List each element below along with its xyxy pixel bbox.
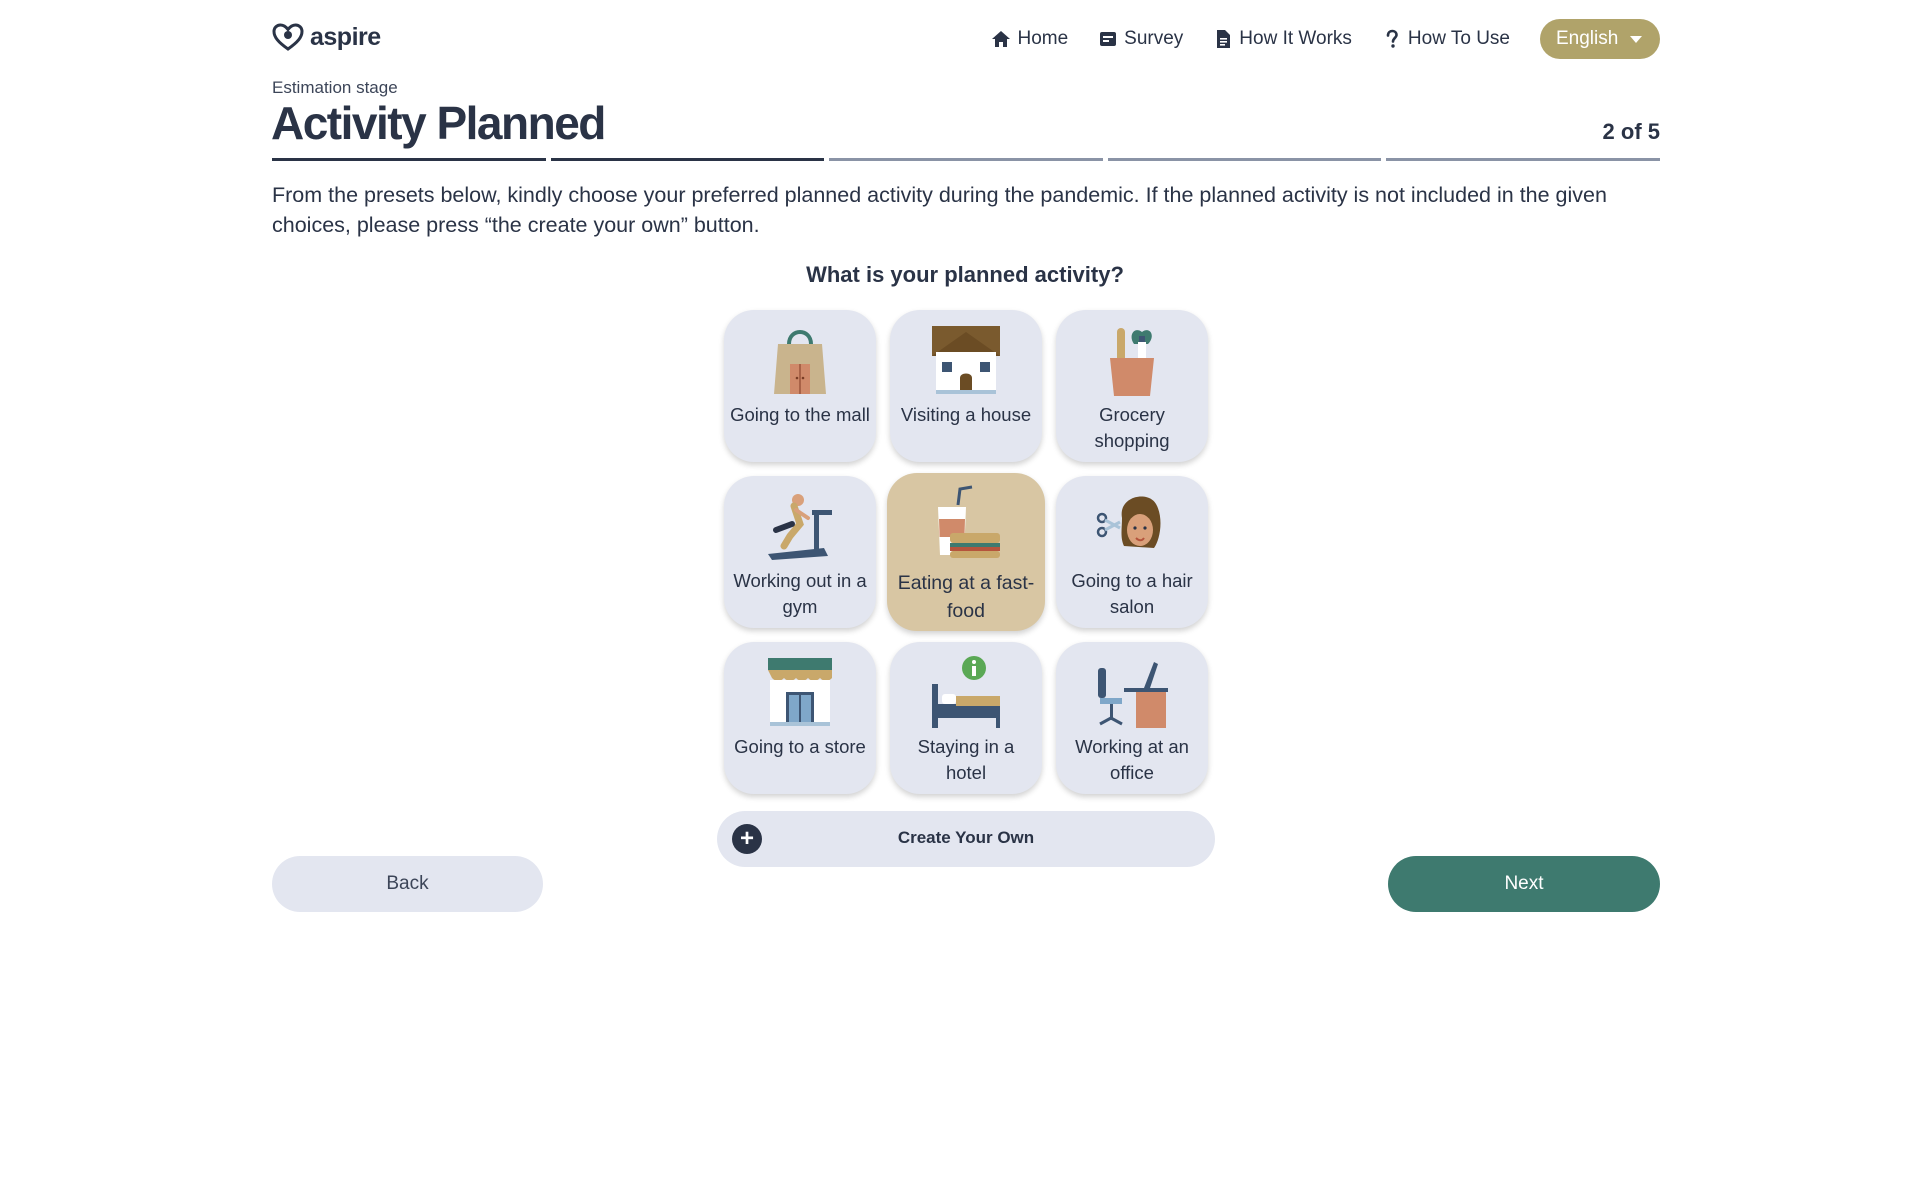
grocery-bag-icon	[1110, 328, 1154, 396]
nav-how-to-use-label: How To Use	[1407, 28, 1510, 49]
activity-label: Staying in a hotel	[917, 736, 1015, 783]
progress-segment	[550, 158, 825, 161]
activity-card-hair-salon[interactable]: Going to a hair salon	[1056, 476, 1208, 628]
nav-how-to-use[interactable]: How To Use	[1382, 28, 1510, 50]
main-nav: Home Survey How It Works How To Use Engl…	[991, 18, 1660, 60]
language-selected-label: English	[1556, 28, 1619, 49]
activity-label: Grocery shopping	[1094, 404, 1170, 451]
activity-card-grocery[interactable]: Grocery shopping	[1056, 310, 1208, 462]
question-heading: What is your planned activity?	[806, 262, 1124, 287]
page-title: Activity Planned	[271, 97, 606, 149]
chevron-down-icon	[1630, 35, 1642, 43]
activity-card-house[interactable]: Visiting a house	[890, 310, 1042, 462]
nav-how-it-works[interactable]: How It Works	[1213, 28, 1352, 50]
hotel-bed-icon	[932, 656, 1000, 728]
shopping-bag-icon	[774, 330, 826, 394]
office-desk-icon	[1098, 662, 1168, 728]
nav-survey-label: Survey	[1124, 28, 1184, 49]
activity-card-office[interactable]: Working at an office	[1056, 642, 1208, 794]
house-icon	[932, 326, 1000, 394]
logo[interactable]: aspire	[272, 22, 381, 52]
question-icon	[1386, 29, 1398, 48]
activity-card-mall[interactable]: Going to the mall	[724, 310, 876, 462]
logo-text: aspire	[310, 22, 381, 51]
nav-how-it-works-label: How It Works	[1239, 28, 1352, 49]
page: aspire Home Survey How It Works How To U…	[0, 0, 1920, 1200]
heart-logo-icon	[272, 23, 304, 51]
instructions: From the presets below, kindly choose yo…	[272, 183, 1607, 237]
language-select[interactable]: English	[1540, 19, 1660, 59]
activity-card-hotel[interactable]: Staying in a hotel	[890, 642, 1042, 794]
document-icon	[1217, 30, 1231, 48]
activity-card-fast-food[interactable]: Eating at a fast-food	[887, 473, 1045, 631]
create-your-own-button[interactable]: + Create Your Own	[717, 811, 1215, 867]
progress-segment	[829, 158, 1103, 161]
activity-label: Going to a hair salon	[1071, 570, 1193, 617]
activity-label: Going to the mall	[730, 404, 870, 425]
activity-label: Visiting a house	[900, 404, 1032, 425]
activity-label: Working out in a gym	[733, 570, 867, 617]
survey-icon	[1100, 32, 1117, 46]
stage-label: Estimation stage	[272, 78, 398, 97]
treadmill-icon	[768, 494, 832, 560]
activity-label: Working at an office	[1075, 736, 1189, 783]
top-bar: aspire Home Survey How It Works How To U…	[272, 18, 1660, 60]
progress-segment	[272, 158, 546, 161]
hair-salon-icon	[1096, 496, 1161, 548]
nav-home[interactable]: Home	[991, 28, 1068, 50]
progress-segment	[1107, 158, 1382, 161]
activity-label: Going to a store	[734, 736, 866, 757]
activity-label: Eating at a fast-food	[897, 572, 1035, 622]
create-your-own-label: Create Your Own	[897, 828, 1035, 847]
fast-food-icon	[938, 485, 1000, 558]
progress-segment	[1386, 158, 1660, 161]
back-button[interactable]: Back	[272, 856, 543, 912]
nav-home-label: Home	[1017, 28, 1069, 49]
step-counter: 2 of 5	[1602, 119, 1660, 144]
activity-card-store[interactable]: Going to a store	[724, 642, 876, 794]
progress-bar	[272, 158, 1660, 161]
storefront-icon	[768, 658, 832, 726]
next-button[interactable]: Next	[1388, 856, 1660, 912]
activity-card-gym[interactable]: Working out in a gym	[724, 476, 876, 628]
nav-survey[interactable]: Survey	[1098, 28, 1183, 50]
home-icon	[992, 31, 1011, 47]
